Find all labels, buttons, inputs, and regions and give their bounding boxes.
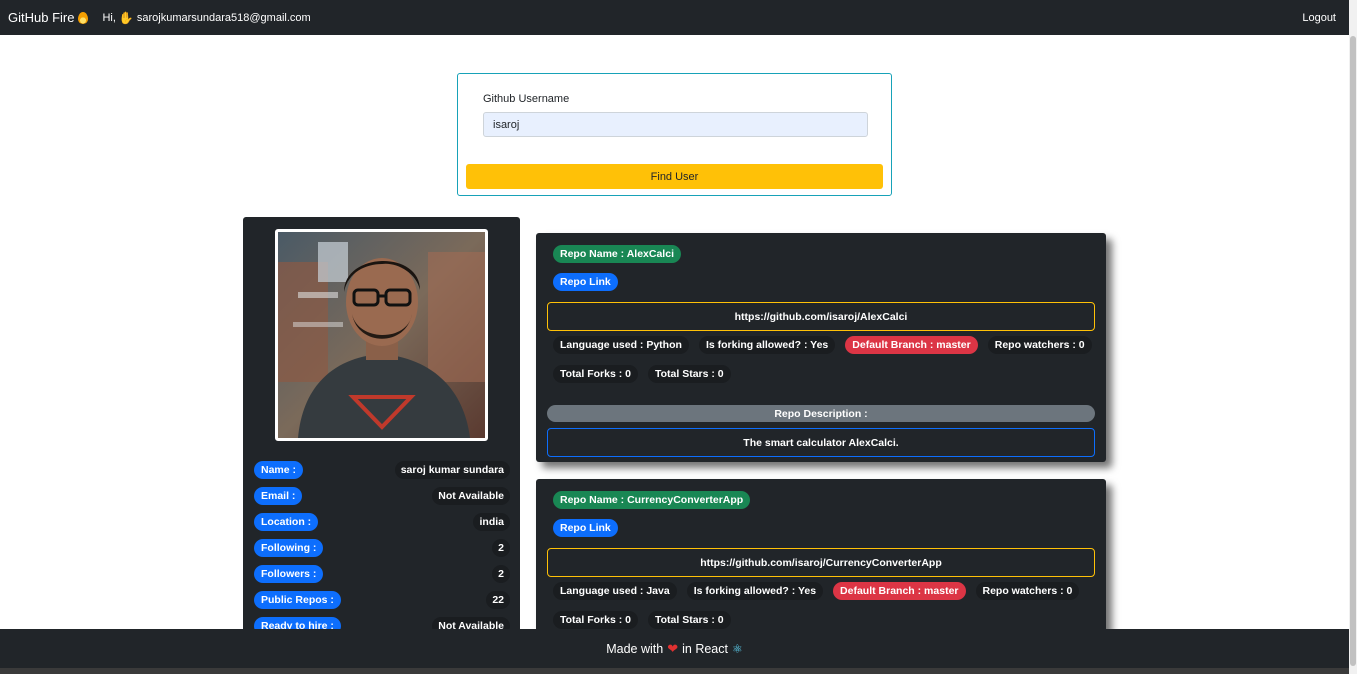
repo-stats-row-1: Language used : Java Is forking allowed?… [553,582,1080,600]
following-value: 2 [492,538,510,557]
username-input[interactable] [483,112,868,137]
watchers-badge: Repo watchers : 0 [987,336,1092,354]
name-value: saroj kumar sundara [394,460,510,479]
search-form: Github Username Find User [457,73,892,196]
top-navbar: GitHub Fire Hi, ✋ sarojkumarsundara518@g… [0,0,1349,35]
find-user-button[interactable]: Find User [466,164,883,189]
vertical-scrollbar[interactable] [1349,0,1357,674]
user-email: sarojkumarsundara518@gmail.com [136,11,311,24]
watchers-badge: Repo watchers : 0 [975,582,1080,600]
waving-hand-icon: ✋ [118,10,134,25]
repo-url[interactable]: https://github.com/isaroj/AlexCalci [547,302,1095,331]
repo-card: Repo Name : AlexCalci Repo Link https://… [536,233,1106,462]
profile-card: Name : saroj kumar sundara Email : Not A… [243,217,520,637]
brand-label: GitHub Fire [8,10,75,25]
location-label: Location : [254,512,319,531]
username-label: Github Username [483,93,570,105]
default-branch-badge: Default Branch : master [845,336,978,354]
greeting-text: Hi, [102,11,116,24]
footer-made-with: Made with [606,641,664,656]
react-atom-icon: ⚛ [731,641,743,656]
profile-row-name: Name : saroj kumar sundara [254,460,510,479]
profile-row-location: Location : india [254,512,510,531]
forking-badge: Is forking allowed? : Yes [698,336,836,354]
scrollbar-thumb[interactable] [1350,36,1356,666]
logout-link[interactable]: Logout [1302,12,1336,24]
repo-stats-row-2: Total Forks : 0 Total Stars : 0 [553,611,731,629]
forking-badge: Is forking allowed? : Yes [686,582,824,600]
footer-in-react: in React [682,641,728,656]
default-branch-badge: Default Branch : master [833,582,966,600]
horizontal-scrollbar[interactable] [0,668,1349,674]
profile-row-public-repos: Public Repos : 22 [254,590,510,609]
profile-row-following: Following : 2 [254,538,510,557]
repo-stats-row-2: Total Forks : 0 Total Stars : 0 [553,365,731,383]
email-value: Not Available [432,486,510,505]
stars-badge: Total Stars : 0 [647,365,731,383]
public-repos-label: Public Repos : [254,590,341,609]
repo-description: The smart calculator AlexCalci. [547,428,1095,457]
user-greeting: Hi, ✋ sarojkumarsundara518@gmail.com [102,11,310,25]
repo-name-badge: Repo Name : CurrencyConverterApp [553,491,751,509]
profile-row-followers: Followers : 2 [254,564,510,583]
profile-row-email: Email : Not Available [254,486,510,505]
brand[interactable]: GitHub Fire [8,10,89,25]
location-value: india [473,512,510,531]
language-badge: Language used : Python [553,336,689,354]
repo-description-heading: Repo Description : [547,405,1095,422]
email-label: Email : [254,486,303,505]
name-label: Name : [254,460,304,479]
heart-icon: ❤ [667,640,679,656]
following-label: Following : [254,538,324,557]
repo-card: Repo Name : CurrencyConverterApp Repo Li… [536,479,1106,639]
forks-badge: Total Forks : 0 [553,611,638,629]
forks-badge: Total Forks : 0 [553,365,638,383]
repo-stats-row-1: Language used : Python Is forking allowe… [553,336,1092,354]
fire-icon [78,11,89,24]
footer: Made with ❤ in React ⚛ [0,629,1349,668]
followers-label: Followers : [254,564,324,583]
followers-value: 2 [492,564,510,583]
repo-url[interactable]: https://github.com/isaroj/CurrencyConver… [547,548,1095,577]
repo-link-badge[interactable]: Repo Link [553,273,618,291]
public-repos-value: 22 [486,590,510,609]
repo-link-badge[interactable]: Repo Link [553,519,618,537]
language-badge: Language used : Java [553,582,677,600]
stars-badge: Total Stars : 0 [647,611,731,629]
avatar [275,229,488,441]
repo-name-badge: Repo Name : AlexCalci [553,245,681,263]
